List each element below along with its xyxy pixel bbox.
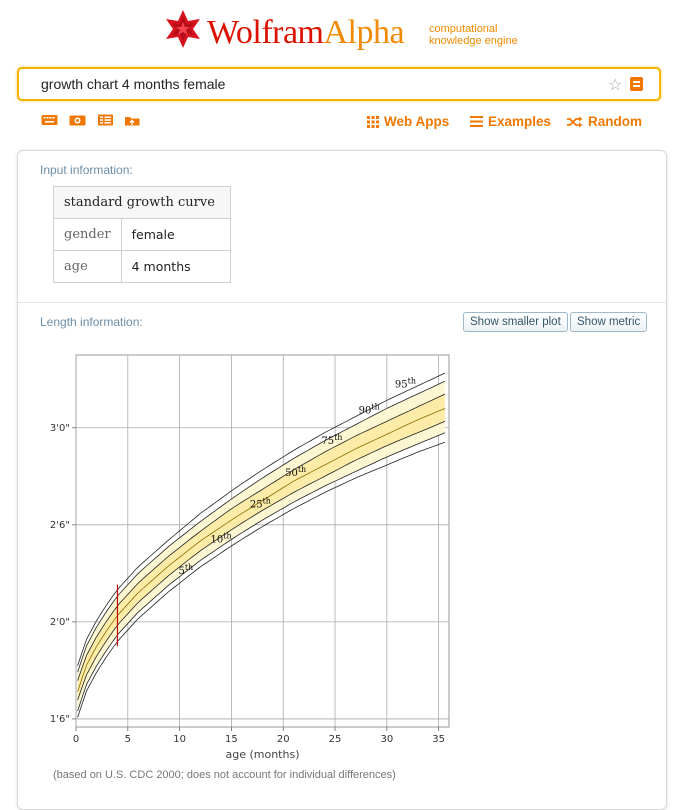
web-apps-link[interactable]: Web Apps — [367, 114, 449, 129]
grid-icon — [367, 115, 379, 128]
logo-tagline: computational knowledge engine — [429, 23, 518, 47]
shuffle-icon — [567, 116, 583, 127]
x-tick-label: 0 — [73, 734, 79, 745]
wolfram-spikey-icon — [166, 10, 200, 48]
x-tick-label: 20 — [277, 734, 290, 745]
x-tick-label: 5 — [125, 734, 131, 745]
favorite-star-icon[interactable]: ☆ — [608, 75, 622, 95]
search-input[interactable] — [41, 69, 601, 99]
x-axis-label: age (months) — [225, 748, 299, 761]
logo-alpha-text: Alpha — [323, 14, 405, 51]
y-tick-label: 1'6" — [50, 714, 70, 725]
chart-footnote: (based on U.S. CDC 2000; does not accoun… — [53, 769, 396, 781]
results-panel: Input information: standard growth curve… — [17, 150, 667, 810]
compute-equals-button[interactable] — [630, 77, 643, 91]
logo-tagline-line1: computational — [429, 23, 498, 35]
examples-link[interactable]: Examples — [470, 114, 551, 129]
camera-icon[interactable] — [69, 114, 86, 126]
keyboard-icon[interactable] — [41, 114, 58, 126]
search-box: ☆ — [17, 67, 661, 101]
upload-file-icon[interactable] — [124, 114, 141, 126]
x-tick-label: 10 — [173, 734, 186, 745]
table-data-icon[interactable] — [97, 114, 114, 126]
list-icon — [470, 116, 483, 127]
random-link[interactable]: Random — [567, 114, 642, 129]
x-tick-label: 35 — [432, 734, 445, 745]
examples-label: Examples — [488, 114, 552, 129]
y-tick-label: 3'0" — [50, 423, 70, 434]
logo-tagline-line2: knowledge engine — [429, 35, 518, 47]
x-tick-label: 30 — [380, 734, 393, 745]
y-tick-label: 2'6" — [50, 520, 70, 531]
growth-chart: 5th10th25th50th75th90th95th0 5 10 15 20 25 30 3… — [50, 354, 450, 761]
logo-wordmark: WolframAlpha — [207, 14, 405, 52]
web-apps-label: Web Apps — [384, 114, 450, 129]
y-tick-label: 2'0" — [50, 617, 70, 628]
x-tick-label: 15 — [225, 734, 238, 745]
logo-wolfram-text: Wolfram — [207, 14, 324, 51]
x-tick-label: 25 — [329, 734, 342, 745]
random-label: Random — [588, 114, 642, 129]
